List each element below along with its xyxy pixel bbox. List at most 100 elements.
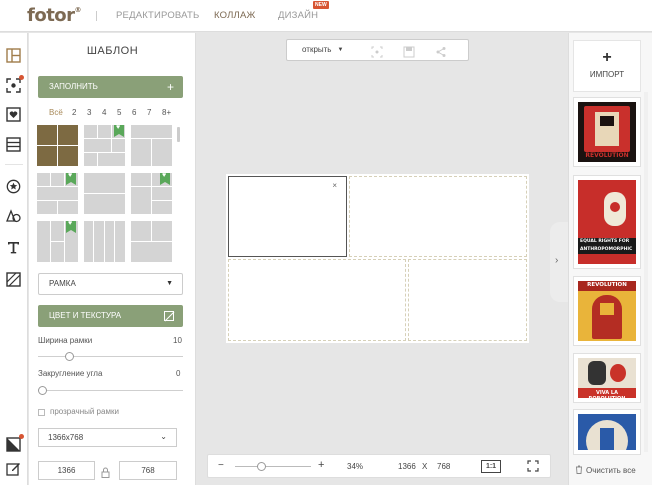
dimension-separator: X <box>422 462 428 471</box>
template-item[interactable] <box>131 173 172 214</box>
color-texture-label: ЦВЕТ И ТЕКСТУРА <box>49 311 122 320</box>
corner-radius-value: 0 <box>176 369 181 378</box>
app-header: fotor® РЕДАКТИРОВАТЬ КОЛЛАЖ ДИЗАЙН NEW <box>0 0 652 32</box>
notification-dot <box>19 75 24 80</box>
zoom-in-button[interactable]: + <box>318 459 324 471</box>
actual-size-button[interactable]: 1:1 <box>481 460 501 473</box>
chevron-down-icon: ⌄ <box>160 432 167 441</box>
shapes-icon[interactable] <box>5 208 22 225</box>
template-item[interactable] <box>37 125 78 166</box>
border-width-slider[interactable] <box>38 352 183 361</box>
fotor-logo[interactable]: fotor® <box>27 5 82 26</box>
clear-all-button[interactable]: Очистить все <box>575 465 636 475</box>
tab-5[interactable]: 5 <box>117 108 121 117</box>
tab-3[interactable]: 3 <box>87 108 91 117</box>
template-item[interactable] <box>37 221 78 262</box>
zoom-slider-handle[interactable] <box>256 462 266 471</box>
tab-8plus[interactable]: 8+ <box>162 108 171 117</box>
text-icon[interactable] <box>5 239 22 256</box>
template-grid <box>37 125 182 268</box>
crop-icon[interactable] <box>371 45 383 58</box>
border-width-slider-handle[interactable] <box>65 352 75 361</box>
template-item[interactable] <box>37 173 78 214</box>
width-input[interactable]: 1366 <box>38 461 95 480</box>
nav-design[interactable]: ДИЗАЙН <box>278 10 318 21</box>
fill-button-label: ЗАПОЛНИТЬ <box>49 82 98 91</box>
size-select-label: 1366x768 <box>48 433 84 442</box>
import-button[interactable]: + ИМПОРТ <box>573 40 641 92</box>
canvas-height-value: 768 <box>437 462 451 471</box>
zoom-out-button[interactable]: − <box>218 460 224 471</box>
tab-7[interactable]: 7 <box>147 108 151 117</box>
collage-slot[interactable]: × <box>228 176 347 257</box>
plus-icon: + <box>602 49 612 66</box>
template-panel: ШАБЛОН ЗАПОЛНИТЬ + Всё 2 3 4 5 6 7 8+ ♥ … <box>29 33 196 485</box>
close-icon[interactable]: × <box>332 181 337 190</box>
size-select[interactable]: 1366x768 ⌄ <box>38 428 177 447</box>
zoom-value: 34% <box>347 462 364 471</box>
lock-icon[interactable] <box>101 465 110 483</box>
zoom-bar: − + 34% 1366 X 768 1:1 <box>207 454 551 478</box>
template-scrollbar[interactable] <box>177 127 180 142</box>
icon-separator <box>5 164 23 165</box>
open-button[interactable]: открыть ▼ <box>302 45 343 54</box>
collage-canvas: × <box>226 174 529 343</box>
save-icon[interactable] <box>403 45 415 58</box>
template-item[interactable] <box>84 125 125 166</box>
template-item[interactable] <box>131 221 172 262</box>
star-icon[interactable] <box>5 178 22 195</box>
right-panel-toggle[interactable]: › <box>550 222 568 302</box>
collage-slot[interactable] <box>408 259 527 341</box>
tab-6[interactable]: 6 <box>132 108 136 117</box>
template-icon[interactable] <box>5 47 22 64</box>
template-item[interactable] <box>84 173 125 214</box>
zoom-slider[interactable] <box>235 466 311 467</box>
border-width-value: 10 <box>173 336 182 345</box>
background-icon[interactable] <box>5 434 24 453</box>
transparent-label: прозрачный рамки <box>50 407 119 416</box>
texture-icon[interactable] <box>5 271 22 288</box>
header-separator <box>96 11 97 21</box>
corner-radius-label: Закругление угла <box>38 369 103 378</box>
image-thumbnail[interactable]: VIVA LA ROBOLUTION <box>573 353 641 403</box>
canvas-width-value: 1366 <box>398 462 416 471</box>
edit-icon[interactable] <box>5 460 22 477</box>
fill-button[interactable]: ЗАПОЛНИТЬ + <box>38 76 183 98</box>
tab-4[interactable]: 4 <box>102 108 106 117</box>
height-input[interactable]: 768 <box>119 461 177 480</box>
favorite-icon[interactable] <box>5 106 22 123</box>
nav-collage[interactable]: КОЛЛАЖ <box>214 10 256 21</box>
share-icon[interactable] <box>435 45 447 57</box>
collage-slot[interactable] <box>228 259 406 341</box>
frame-select[interactable]: РАМКА ▼ <box>38 273 183 295</box>
template-item[interactable] <box>84 221 125 262</box>
color-texture-button[interactable]: ЦВЕТ И ТЕКСТУРА <box>38 305 183 327</box>
image-thumbnail[interactable] <box>573 409 641 455</box>
caret-down-icon: ▼ <box>337 47 344 53</box>
image-thumbnail[interactable]: REVOLUTION <box>573 97 641 167</box>
image-thumbnail[interactable]: REVOLUTION <box>573 276 641 346</box>
corner-radius-slider[interactable] <box>38 386 183 395</box>
corner-radius-slider-handle[interactable] <box>38 386 47 395</box>
new-badge: NEW <box>313 1 329 9</box>
template-item[interactable] <box>131 125 172 166</box>
border-width-label: Ширина рамки <box>38 336 93 345</box>
tool-icon-bar <box>0 33 28 485</box>
stickers-icon[interactable] <box>5 75 24 94</box>
notification-dot <box>19 434 24 439</box>
frame-select-label: РАМКА <box>49 279 76 288</box>
panel-title: ШАБЛОН <box>86 45 139 57</box>
tab-2[interactable]: 2 <box>72 108 76 117</box>
plus-icon: + <box>166 80 174 94</box>
image-thumbnail[interactable]: EQUAL RIGHTS FOR ANTHROPOMORPHIC AUTOMAT… <box>573 175 641 269</box>
layout-icon[interactable] <box>5 136 22 153</box>
nav-edit[interactable]: РЕДАКТИРОВАТЬ <box>116 10 199 21</box>
fullscreen-icon[interactable] <box>527 460 539 472</box>
transparent-checkbox[interactable] <box>38 409 45 416</box>
collage-slot[interactable] <box>349 176 527 257</box>
tab-all[interactable]: Всё <box>49 108 63 117</box>
import-label: ИМПОРТ <box>589 70 625 79</box>
chevron-right-icon: › <box>555 255 559 266</box>
images-scrollbar[interactable] <box>644 92 648 452</box>
trash-icon <box>576 465 582 474</box>
